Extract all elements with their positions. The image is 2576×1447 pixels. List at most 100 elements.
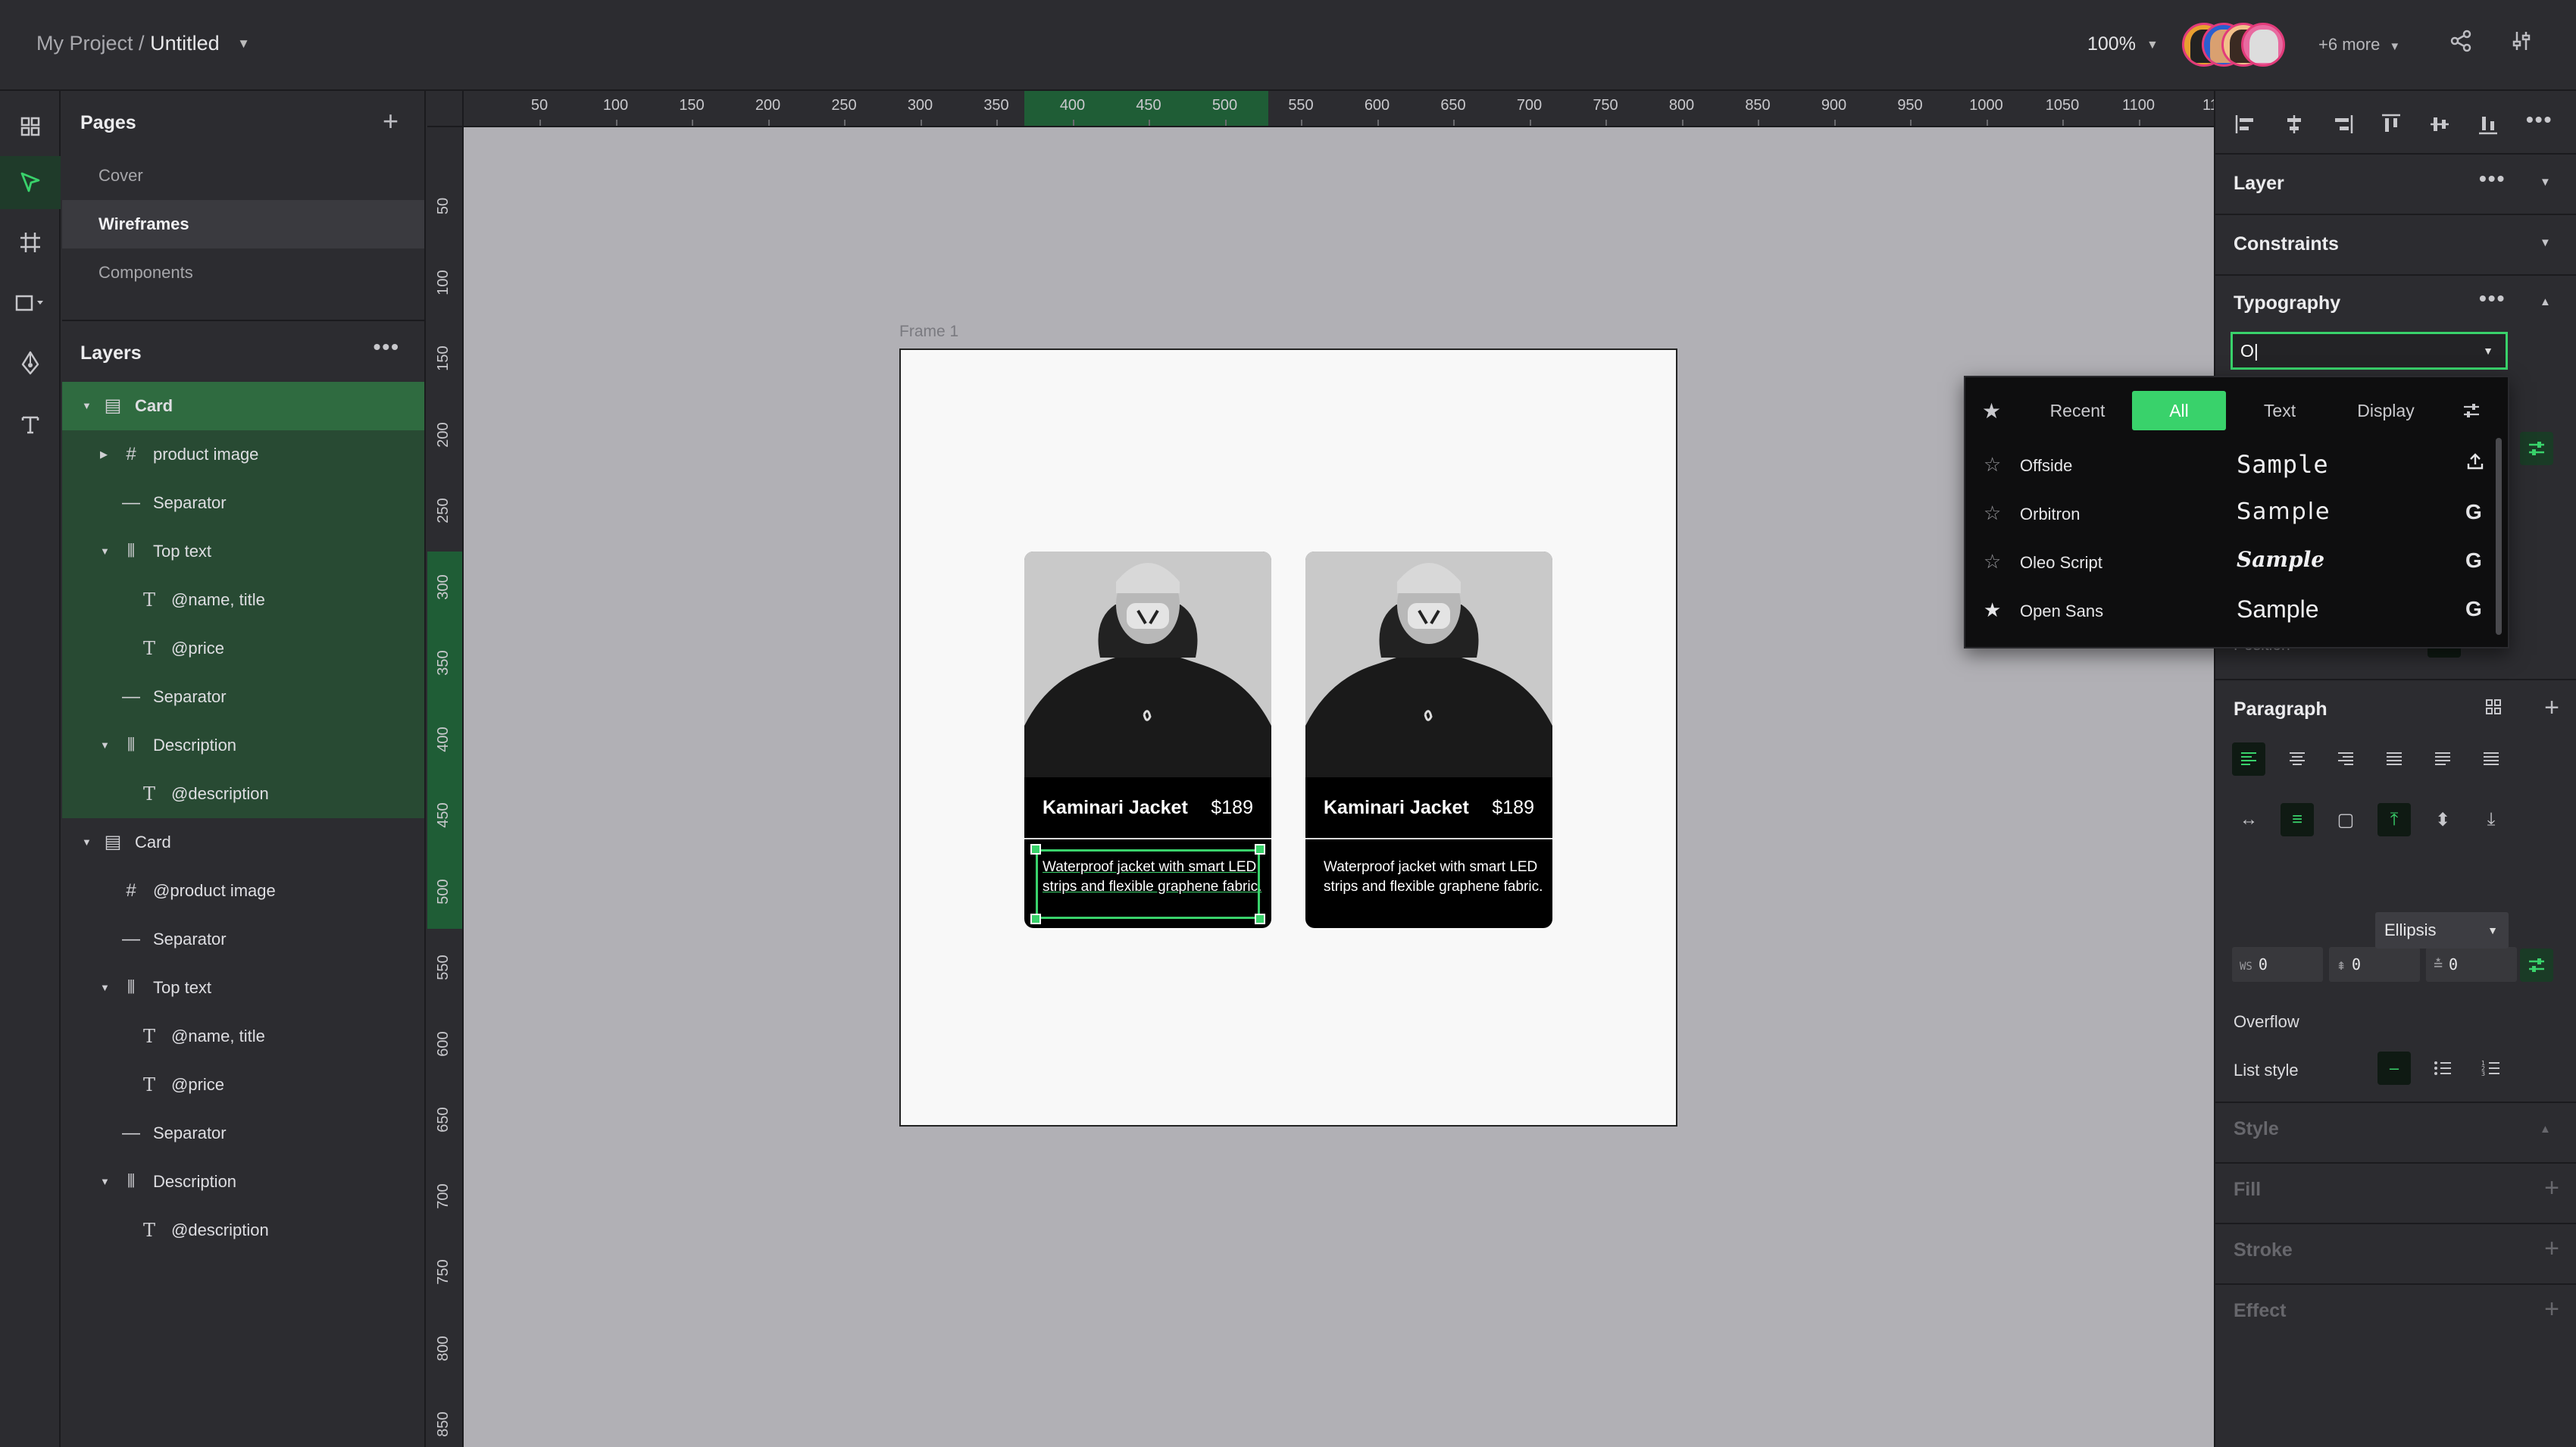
align-center-h-icon[interactable]	[2281, 111, 2311, 141]
align-top-icon[interactable]	[2377, 111, 2408, 141]
layer-item[interactable]: T @price	[62, 1061, 424, 1109]
frame-icon[interactable]	[0, 216, 61, 269]
favorites-star-icon[interactable]: ★	[1982, 398, 2001, 423]
more-options-icon[interactable]: •••	[2479, 167, 2506, 191]
layer-item[interactable]: # @product image	[62, 867, 424, 915]
add-page-icon[interactable]: +	[383, 108, 399, 135]
chevron-down-icon[interactable]: ▼	[237, 36, 250, 52]
chevron-down-icon[interactable]: ▼	[2483, 334, 2493, 367]
chevron-down-icon[interactable]: ▼	[100, 964, 110, 1012]
product-title[interactable]: Kaminari Jacket	[1043, 797, 1188, 819]
layer-item[interactable]: — Separator	[62, 673, 424, 721]
settings-sliders-icon[interactable]	[2505, 29, 2538, 62]
chevron-down-icon[interactable]: ▼	[2540, 236, 2551, 249]
stroke-heading[interactable]: Stroke	[2234, 1239, 2293, 1261]
star-outline-icon[interactable]: ☆	[1984, 453, 2001, 477]
grid-icon[interactable]	[0, 100, 61, 153]
text-align-right-icon[interactable]	[2329, 742, 2362, 776]
layer-item[interactable]: — Separator	[62, 1109, 424, 1158]
product-image[interactable]	[1305, 552, 1552, 777]
add-effect-icon[interactable]: +	[2544, 1295, 2559, 1323]
layer-item[interactable]: T @name, title	[62, 576, 424, 624]
text-justify-center-icon[interactable]	[2426, 742, 2459, 776]
text-justify-full-icon[interactable]	[2474, 742, 2508, 776]
separator[interactable]	[1024, 838, 1271, 839]
auto-width-icon[interactable]: ↔	[2232, 803, 2265, 836]
chevron-down-icon[interactable]: ▼	[100, 1158, 110, 1206]
frame[interactable]	[899, 348, 1677, 1127]
more-users-button[interactable]: +6 more ▼	[2318, 35, 2400, 55]
product-price[interactable]: $189	[1492, 797, 1534, 819]
align-bottom-icon[interactable]	[2474, 111, 2505, 141]
chevron-down-icon[interactable]: ▼	[100, 527, 110, 576]
star-filled-icon[interactable]: ★	[1984, 598, 2001, 622]
tab-text[interactable]: Text	[2246, 391, 2314, 430]
tab-recent[interactable]: Recent	[2035, 391, 2120, 430]
overflow-select[interactable]: Ellipsis ▼	[2375, 912, 2509, 949]
separator[interactable]	[1305, 838, 1552, 839]
product-price[interactable]: $189	[1211, 797, 1253, 819]
paragraph-heading[interactable]: Paragraph	[2234, 698, 2327, 720]
add-fill-icon[interactable]: +	[2544, 1174, 2559, 1202]
layer-item[interactable]: ▼ ▤ Card	[62, 818, 424, 867]
align-right-icon[interactable]	[2329, 111, 2359, 141]
selection-box[interactable]	[1036, 849, 1260, 919]
fill-heading[interactable]: Fill	[2234, 1179, 2261, 1201]
chevron-down-icon[interactable]: ▼	[82, 818, 92, 867]
text-align-left-icon[interactable]	[2232, 742, 2265, 776]
scrollbar[interactable]	[2496, 438, 2502, 635]
filter-icon[interactable]	[2461, 400, 2482, 425]
tab-display[interactable]: Display	[2344, 391, 2428, 430]
chevron-up-icon[interactable]: ▲	[2540, 1123, 2551, 1136]
layer-heading[interactable]: Layer	[2234, 173, 2284, 195]
breadcrumb[interactable]: My Project / Untitled ▼	[36, 32, 250, 55]
list-bullet-icon[interactable]	[2426, 1052, 2459, 1085]
text-align-center-icon[interactable]	[2281, 742, 2314, 776]
constraints-heading[interactable]: Constraints	[2234, 233, 2339, 255]
share-icon[interactable]	[2444, 29, 2478, 62]
list-numbered-icon[interactable]: 123	[2474, 1052, 2508, 1085]
resize-handle[interactable]	[1030, 914, 1041, 924]
star-outline-icon[interactable]: ☆	[1984, 550, 2001, 573]
typography-settings-icon[interactable]	[2520, 432, 2553, 465]
file-name[interactable]: Untitled	[150, 32, 220, 55]
add-paragraph-icon[interactable]: +	[2544, 694, 2559, 721]
style-heading[interactable]: Style	[2234, 1118, 2279, 1140]
chevron-down-icon[interactable]: ▼	[100, 721, 110, 770]
chevron-down-icon[interactable]: ▼	[82, 382, 92, 430]
more-options-icon[interactable]: •••	[2526, 108, 2553, 132]
product-image[interactable]	[1024, 552, 1271, 777]
avatar[interactable]	[2241, 23, 2285, 67]
auto-height-icon[interactable]: ≡	[2281, 803, 2314, 836]
page-item-wireframes[interactable]: Wireframes	[62, 200, 424, 248]
layer-item[interactable]: T @description	[62, 1206, 424, 1255]
add-stroke-icon[interactable]: +	[2544, 1235, 2559, 1262]
layer-item[interactable]: ▼ ▤ Card	[62, 382, 424, 430]
font-option-oleo-script[interactable]: ☆ Oleo Script Sample G	[1965, 538, 2496, 586]
chevron-down-icon[interactable]: ▼	[2540, 176, 2551, 189]
more-options-icon[interactable]: •••	[374, 335, 400, 359]
pointer-icon[interactable]	[0, 156, 61, 209]
layer-item[interactable]: T @price	[62, 624, 424, 673]
product-title[interactable]: Kaminari Jacket	[1324, 797, 1469, 819]
product-description[interactable]: Waterproof jacket with smart LED strips …	[1324, 858, 1543, 897]
resize-handle[interactable]	[1255, 844, 1265, 855]
line-spacing-input[interactable]: ≛ 0	[2426, 947, 2517, 982]
typography-heading[interactable]: Typography	[2234, 292, 2340, 314]
zoom-select[interactable]: 100% ▼	[2087, 33, 2159, 55]
pen-icon[interactable]	[0, 337, 61, 390]
layer-item[interactable]: ▶ # product image	[62, 430, 424, 479]
layer-item[interactable]: — Separator	[62, 915, 424, 964]
text-icon[interactable]	[0, 398, 61, 451]
list-none-icon[interactable]: –	[2377, 1052, 2411, 1085]
grid-icon[interactable]	[2485, 698, 2502, 720]
layer-item[interactable]: T @name, title	[62, 1012, 424, 1061]
resize-handle[interactable]	[1030, 844, 1041, 855]
more-options-icon[interactable]: •••	[2479, 286, 2506, 311]
font-option-open-sans[interactable]: ★ Open Sans Sample G	[1965, 586, 2496, 635]
layer-item[interactable]: ▼ ⫴ Top text	[62, 964, 424, 1012]
layer-item[interactable]: ▼ ⫴ Description	[62, 721, 424, 770]
align-center-v-icon[interactable]	[2426, 111, 2456, 141]
chevron-right-icon[interactable]: ▶	[100, 430, 108, 479]
canvas[interactable]: Frame 1 Kaminari Jacket $189 Waterproof …	[464, 127, 2214, 1447]
